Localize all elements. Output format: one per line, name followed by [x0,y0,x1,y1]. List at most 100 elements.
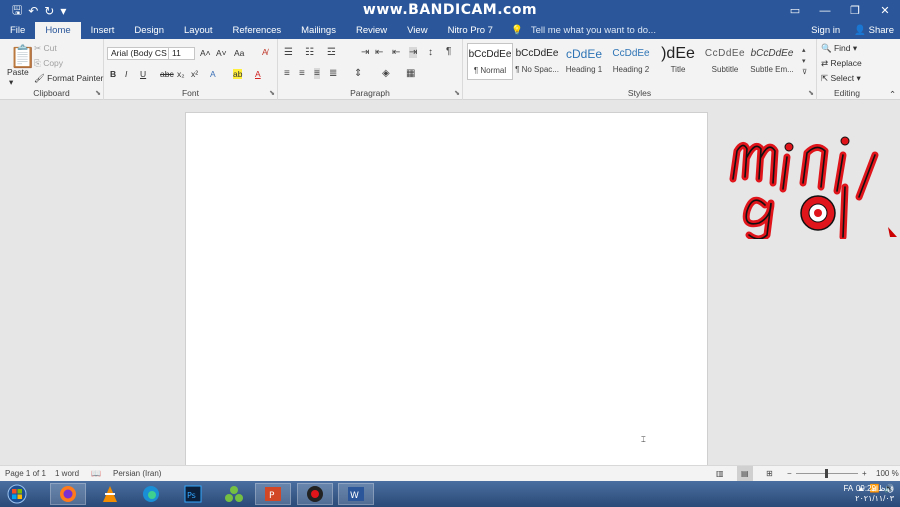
svg-text:W: W [350,491,359,501]
style-subtle-emphasis[interactable]: bCcDdEe Subtle Em... [749,43,795,80]
tab-view[interactable]: View [397,22,437,39]
styles-scroll-icon[interactable]: ▴ ▾ ⊽ [802,45,807,78]
clear-formatting-icon[interactable]: A̸ [262,47,268,57]
zoom-slider-thumb[interactable] [825,469,828,478]
borders-icon[interactable]: ▦ [406,68,415,79]
game-app-icon[interactable] [216,483,252,505]
dialog-launcher-icon[interactable]: ⬊ [454,89,460,97]
minimize-button[interactable]: — [810,0,840,22]
decrease-indent-icon[interactable]: ⇤ [375,47,383,58]
align-left-icon[interactable]: ≡ [284,68,290,79]
tab-home[interactable]: Home [35,22,81,39]
redo-icon[interactable]: ↻ [44,4,54,18]
tab-references[interactable]: References [223,22,292,39]
superscript-button[interactable]: x² [191,69,198,79]
chevron-down-icon[interactable]: ▾ [9,77,13,88]
change-case-button[interactable]: Aa [234,48,244,58]
page-count[interactable]: Page 1 of 1 [5,466,46,481]
italic-button[interactable]: I [125,69,127,79]
language-indicator[interactable]: Persian (Iran) [113,466,161,481]
dialog-launcher-icon[interactable]: ⬊ [95,89,101,97]
share-button[interactable]: 👤 Share [854,22,894,39]
ltr-direction-icon[interactable]: ⇥ [361,47,369,58]
photoshop-icon[interactable]: Ps [175,483,211,505]
text-effects-button[interactable]: A [210,69,216,79]
highlight-button[interactable]: ab [233,69,243,79]
undo-icon[interactable]: ↶ [28,4,38,18]
zoom-level[interactable]: 100 % [876,466,899,481]
copy-button[interactable]: ⎘ Copy [34,58,63,69]
powerpoint-icon[interactable]: P [255,483,291,505]
web-layout-icon[interactable]: ⊞ [766,466,773,481]
document-page[interactable] [185,112,708,472]
replace-icon: ⇄ [821,58,829,68]
increase-indent-icon[interactable]: ⇥ [409,47,418,58]
sort-icon[interactable]: ↕ [428,47,433,58]
rtl-direction-icon[interactable]: ⇤ [392,47,400,58]
align-right-icon[interactable]: ≡ [314,68,320,79]
subscript-button[interactable]: x₂ [177,69,185,79]
paragraph-group: ☰ ☷ ☲ ⇥ ⇤ ⇤ ⇥ ↕ ¶ ≡ ≡ ≡ ≣ ⇕ ◈ ▦ Paragrap… [278,39,463,100]
shrink-font-button[interactable]: A˅ [216,48,227,58]
word-count[interactable]: 1 word [55,466,79,481]
dialog-launcher-icon[interactable]: ⬊ [269,89,275,97]
print-layout-icon[interactable]: ▤ [737,466,753,481]
word-icon[interactable]: W [338,483,374,505]
customize-qat-icon[interactable]: ▾ [60,4,66,18]
start-button[interactable] [0,483,34,505]
edge-icon[interactable] [133,483,169,505]
style-heading-1[interactable]: cDdEe Heading 1 [561,43,607,80]
format-painter-button[interactable]: 🖌 Format Painter [34,73,103,84]
collapse-ribbon-icon[interactable]: ⌃ [889,89,896,100]
select-button[interactable]: ⇱ Select ▾ [821,73,861,84]
justify-icon[interactable]: ≣ [329,68,337,79]
find-button[interactable]: 🔍 Find ▾ [821,43,857,54]
style-heading-2[interactable]: ​CcDdEe Heading 2 [608,43,654,80]
style-subtitle[interactable]: CcDdEe Subtitle [702,43,748,80]
firefox-icon[interactable] [50,483,86,505]
restore-button[interactable]: ❐ [840,0,870,22]
zoom-in-button[interactable]: + [862,466,867,481]
read-mode-icon[interactable]: ▥ [716,466,724,481]
tab-mailings[interactable]: Mailings [291,22,346,39]
zoom-out-button[interactable]: − [787,466,792,481]
vlc-icon[interactable] [92,483,128,505]
shading-icon[interactable]: ◈ [382,68,390,79]
font-color-button[interactable]: A [255,69,261,79]
close-button[interactable]: ✕ [870,0,900,22]
save-icon[interactable]: 🖫 [12,1,22,22]
tell-me-box[interactable]: Tell me what you want to do... [531,22,656,39]
styles-group: bCcDdEe ¶ Normal bCcDdEe ¶ No Spac... cD… [463,39,817,100]
line-spacing-icon[interactable]: ⇕ [354,68,362,79]
clock[interactable]: 09:29 ق.ظ ۲۰۲۱/۱۱/۰۳ [834,484,894,504]
style-no-spacing[interactable]: bCcDdEe ¶ No Spac... [514,43,560,80]
numbering-icon[interactable]: ☷ [305,47,314,58]
tab-design[interactable]: Design [124,22,174,39]
underline-button[interactable]: U [140,69,146,79]
font-size-combo[interactable]: 11 [168,47,195,60]
style-normal[interactable]: bCcDdEe ¶ Normal [467,43,513,80]
style-title[interactable]: )dEe Title [655,43,701,80]
tab-nitro-pro[interactable]: Nitro Pro 7 [438,22,503,39]
proofing-icon[interactable]: 📖 [91,466,101,481]
strikethrough-button[interactable]: abc [160,69,174,79]
grow-font-button[interactable]: A˄ [200,48,211,58]
cut-button[interactable]: ✂ Cut [34,43,57,54]
bandicam-icon[interactable] [297,483,333,505]
paste-button[interactable]: Paste [7,67,29,77]
multilevel-list-icon[interactable]: ☲ [327,47,336,58]
bullets-icon[interactable]: ☰ [284,47,293,58]
replace-label: Replace [830,58,862,68]
bold-button[interactable]: B [110,69,116,79]
ribbon-display-options-icon[interactable]: ▭ [780,0,810,22]
tab-file[interactable]: File [0,22,35,39]
tab-review[interactable]: Review [346,22,397,39]
align-center-icon[interactable]: ≡ [299,68,305,79]
show-marks-icon[interactable]: ¶ [446,46,451,57]
tab-layout[interactable]: Layout [174,22,223,39]
font-name-combo[interactable]: Arial (Body CS [107,47,169,60]
tab-insert[interactable]: Insert [81,22,125,39]
dialog-launcher-icon[interactable]: ⬊ [808,89,814,97]
replace-button[interactable]: ⇄ Replace [821,58,862,69]
sign-in-link[interactable]: Sign in [811,22,840,39]
